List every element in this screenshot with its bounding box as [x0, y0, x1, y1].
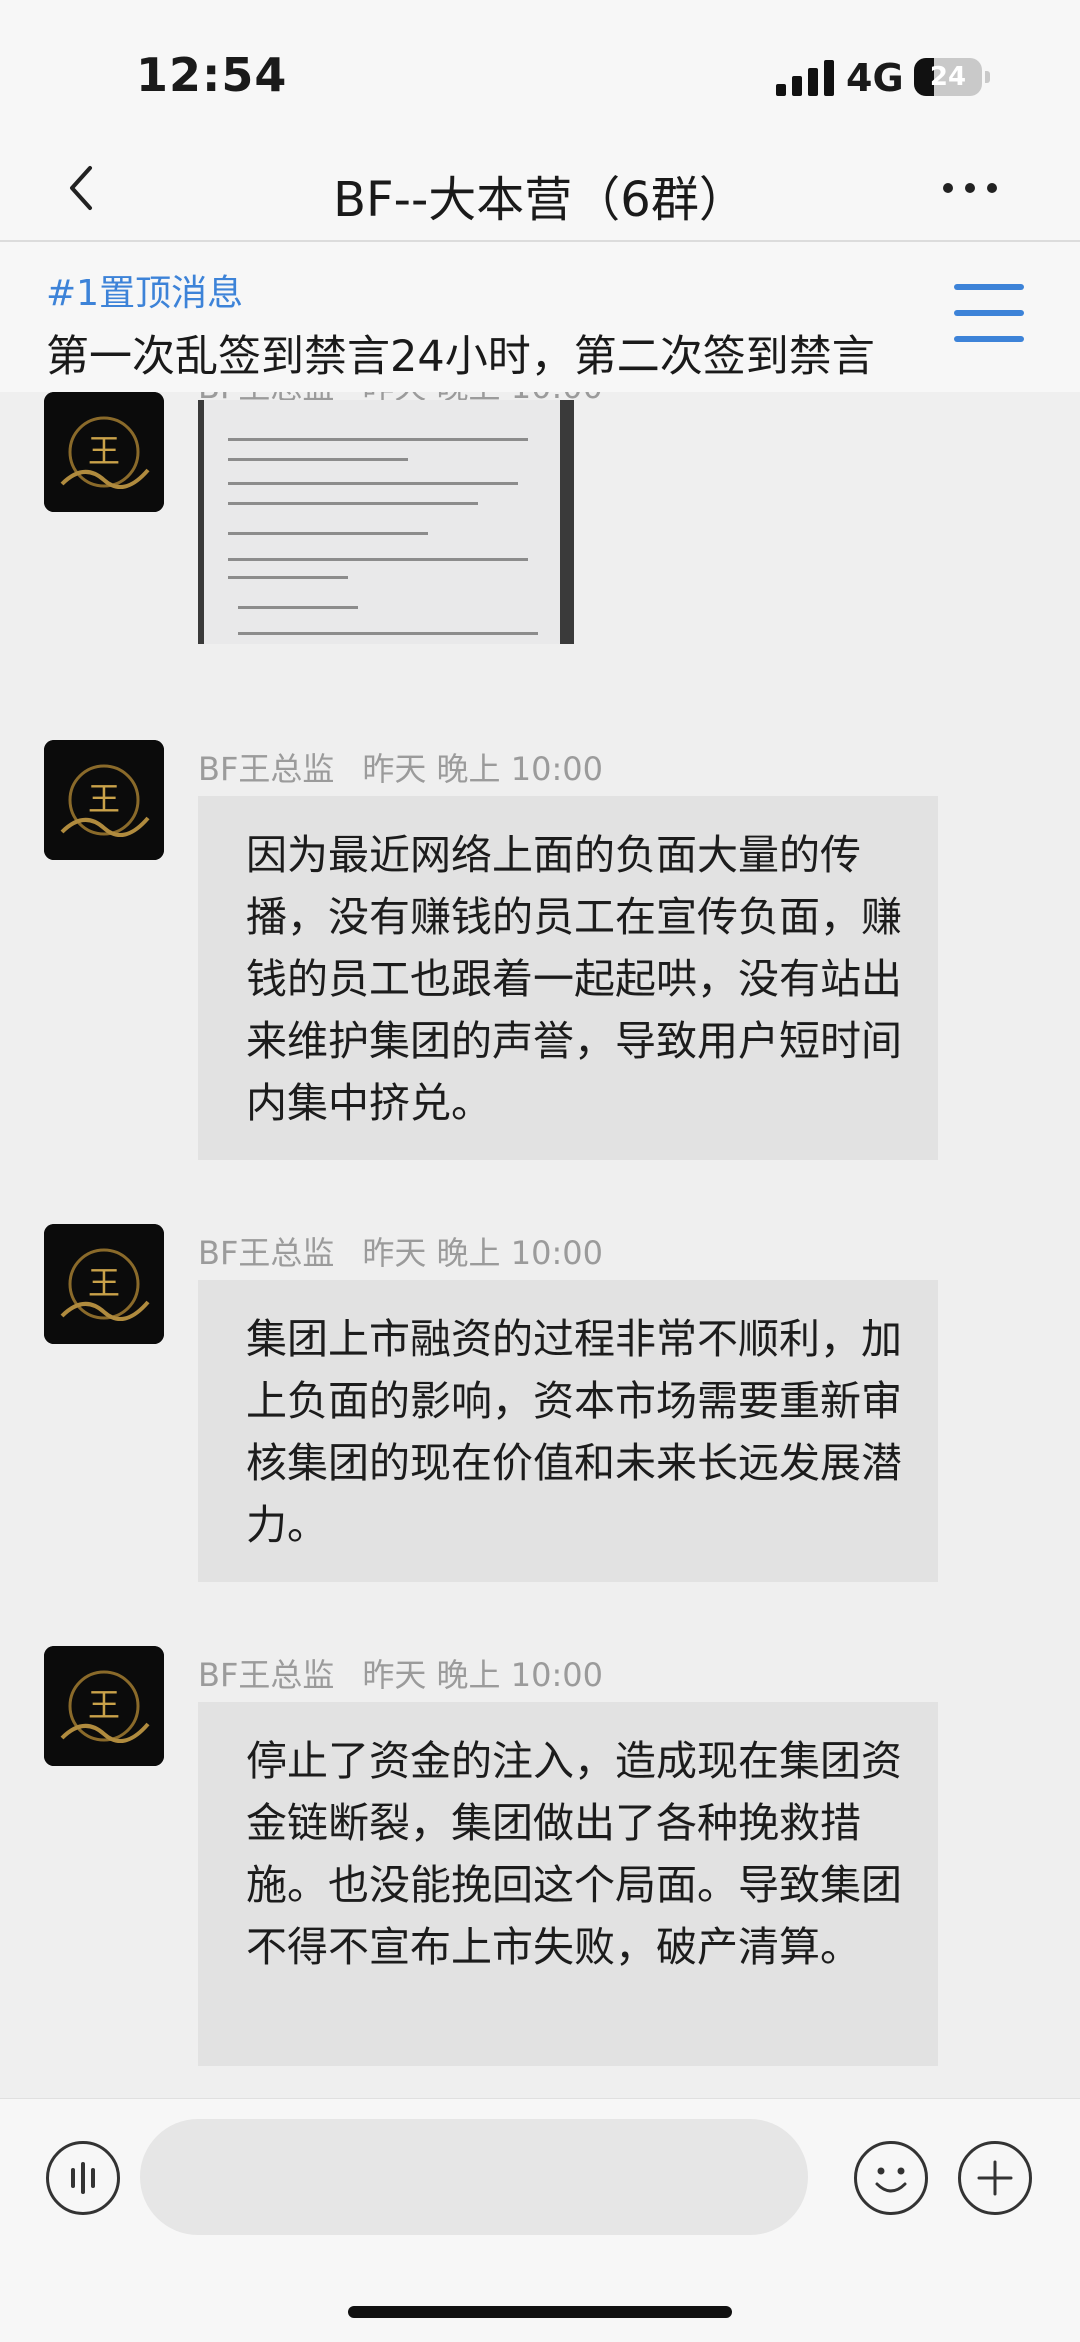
- message-bubble[interactable]: 集团上市融资的过程非常不顺利，加上负面的影响，资本市场需要重新审核集团的现在价值…: [198, 1280, 938, 1582]
- network-label: 4G: [846, 56, 904, 100]
- add-button[interactable]: [958, 2141, 1032, 2215]
- message-time: 昨天 晚上 10:00: [362, 750, 603, 788]
- pinned-list-icon[interactable]: [954, 284, 1024, 344]
- svg-text:王: 王: [88, 780, 120, 818]
- message-meta: BF王总监昨天 晚上 10:00: [198, 1650, 603, 1696]
- avatar[interactable]: 王: [44, 740, 164, 860]
- pinned-tag: #1置顶消息: [46, 273, 244, 314]
- chat-area[interactable]: 王 BF王总监昨天 晚上 10:00 王 BF王总监昨天 晚上 10:00: [0, 392, 1080, 2098]
- avatar[interactable]: 王: [44, 1224, 164, 1344]
- more-icon: [943, 183, 997, 193]
- plus-icon: [977, 2160, 1013, 2196]
- voice-button[interactable]: [46, 2141, 120, 2215]
- avatar[interactable]: 王: [44, 392, 164, 512]
- nav-bar: BF--大本营（6群）: [0, 140, 1080, 242]
- message-item: 王 BF王总监 昨天 晚上 10:00 集团上市融资的过程非常不顺利，加上负面的影…: [0, 1224, 1080, 1604]
- battery-level: 24: [929, 62, 967, 92]
- message-time: 昨天 晚上 10:00: [362, 1656, 603, 1694]
- emoji-button[interactable]: [854, 2141, 928, 2215]
- sender-name: BF王总监: [198, 1234, 335, 1272]
- svg-text:王: 王: [88, 1264, 120, 1302]
- emoji-icon: [875, 2167, 907, 2193]
- status-bar: 12:54 4G 24: [0, 0, 1080, 140]
- message-item: 王 BF王总监 昨天 晚上 10:00 因为最近网络上面的负面大量的传播，没有赚钱…: [0, 740, 1080, 1190]
- message-time: 昨天 晚上 10:00: [362, 1234, 603, 1272]
- more-button[interactable]: [940, 168, 1000, 208]
- message-meta: BF王总监昨天 晚上 10:00: [198, 744, 603, 790]
- avatar[interactable]: 王: [44, 1646, 164, 1766]
- message-input[interactable]: [140, 2119, 808, 2235]
- message-image[interactable]: [198, 400, 574, 644]
- pinned-message-bar[interactable]: #1置顶消息 第一次乱签到禁言24小时，第二次签到禁言: [0, 242, 1080, 392]
- chat-title: BF--大本营（6群）: [333, 172, 747, 228]
- battery-icon: 24: [914, 58, 990, 96]
- message-meta: BF王总监昨天 晚上 10:00: [198, 1228, 603, 1274]
- svg-text:王: 王: [88, 1686, 120, 1724]
- message-bubble[interactable]: 停止了资金的注入，造成现在集团资金链断裂，集团做出了各种挽救措施。也没能挽回这个…: [198, 1702, 938, 2066]
- pinned-text: 第一次乱签到禁言24小时，第二次签到禁言: [46, 332, 875, 382]
- message-item: 王 BF王总监昨天 晚上 10:00: [0, 392, 1080, 692]
- sender-name: BF王总监: [198, 1656, 335, 1694]
- sender-name: BF王总监: [198, 750, 335, 788]
- message-item: 王 BF王总监 昨天 晚上 10:00 停止了资金的注入，造成现在集团资金链断裂，…: [0, 1646, 1080, 2098]
- home-indicator: [348, 2306, 732, 2318]
- voice-icon: [71, 2162, 95, 2194]
- signal-icon: [776, 60, 836, 96]
- message-bubble[interactable]: 因为最近网络上面的负面大量的传播，没有赚钱的员工在宣传负面，赚钱的员工也跟着一起…: [198, 796, 938, 1160]
- status-time: 12:54: [136, 48, 288, 102]
- svg-text:王: 王: [88, 432, 120, 470]
